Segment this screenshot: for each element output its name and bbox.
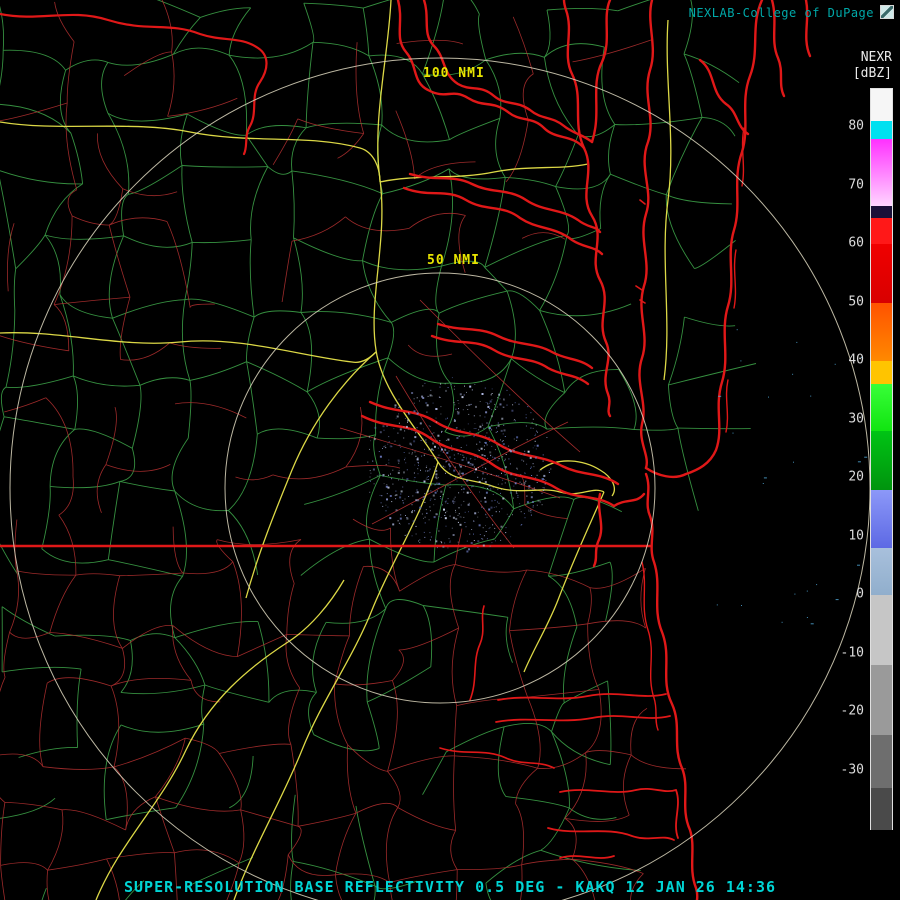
colorbar-tick: -30 xyxy=(840,762,864,777)
colorbar-segment xyxy=(871,788,892,830)
colorbar-segment xyxy=(871,489,892,549)
range-ring-label-100nmi: 100 NMI xyxy=(423,66,485,81)
colorbar-tick: 80 xyxy=(848,118,864,134)
colorbar-tick: 70 xyxy=(848,177,864,192)
colorbar-segment xyxy=(871,302,892,362)
colorbar-segment xyxy=(871,89,892,122)
radar-viewer: NEXLAB-College of DuPage NEXR [dBZ] 100 … xyxy=(0,0,900,900)
colorbar-tick: 50 xyxy=(848,294,864,309)
colorbar-segment xyxy=(871,138,892,207)
highway-lines xyxy=(0,0,672,900)
colorbar-segment xyxy=(871,384,892,432)
colorbar-units: [dBZ] xyxy=(852,66,892,81)
cod-logo-icon xyxy=(880,5,894,19)
county-lines-red xyxy=(0,0,687,900)
radar-map-canvas xyxy=(0,0,871,900)
radar-returns xyxy=(367,329,868,625)
colorbar-tick: 0 xyxy=(856,586,864,602)
reflectivity-colorbar xyxy=(870,88,893,830)
colorbar-tick: 40 xyxy=(848,352,864,368)
colorbar-tick: 10 xyxy=(848,528,864,543)
colorbar-tick: 30 xyxy=(848,411,864,426)
colorbar-title: NEXR xyxy=(860,50,892,65)
colorbar-tick: -20 xyxy=(840,703,864,719)
colorbar-segment xyxy=(871,735,892,789)
brand-text: NEXLAB-College of DuPage xyxy=(688,6,874,20)
colorbar-segment xyxy=(871,548,892,596)
colorbar-segment xyxy=(871,121,892,140)
range-ring-label-50nmi: 50 NMI xyxy=(427,253,480,268)
colorbar-segment xyxy=(871,665,892,736)
colorbar-segment xyxy=(871,431,892,491)
colorbar-segment xyxy=(871,595,892,666)
range-rings xyxy=(9,57,871,900)
colorbar-tick: 20 xyxy=(848,469,864,485)
colorbar-segment xyxy=(871,361,892,385)
colorbar-segment xyxy=(871,244,892,304)
colorbar-tick: 60 xyxy=(848,235,864,251)
range-ring-100nmi xyxy=(9,57,871,900)
product-caption: SUPER-RESOLUTION BASE REFLECTIVITY 0.5 D… xyxy=(124,878,776,896)
colorbar-segment xyxy=(871,206,892,219)
colorbar-segment xyxy=(871,217,892,245)
colorbar-tick: -10 xyxy=(840,645,864,660)
